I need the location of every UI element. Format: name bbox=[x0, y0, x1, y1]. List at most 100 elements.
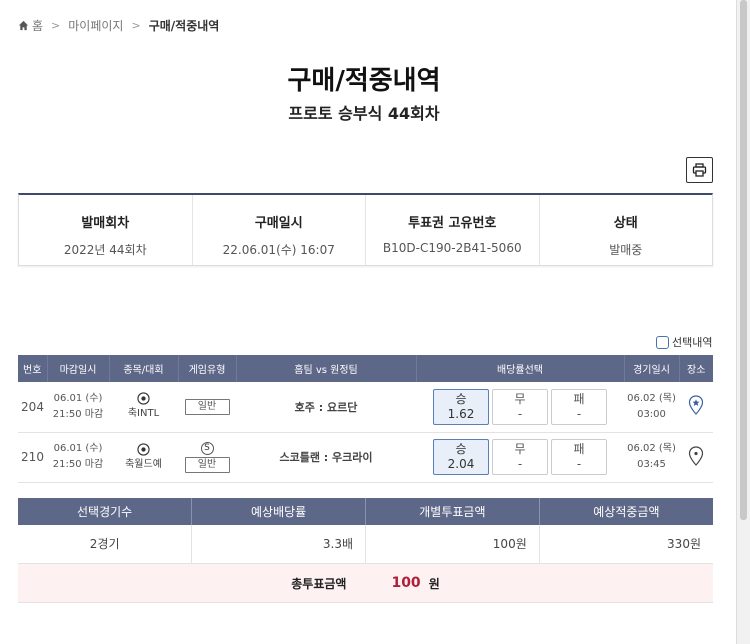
league-cell: 축월드예 bbox=[109, 432, 178, 483]
odds-lose-button[interactable]: 패 - bbox=[551, 439, 607, 475]
game-number: 204 bbox=[18, 382, 47, 433]
info-value: 22.06.01(수) 16:07 bbox=[222, 243, 335, 257]
game-number: 210 bbox=[18, 432, 47, 483]
info-status: 상태 발매중 bbox=[540, 195, 713, 265]
selected-only-label: 선택내역 bbox=[672, 336, 713, 349]
game-time: 03:45 bbox=[637, 459, 666, 470]
info-value: B10D-C190-2B41-5060 bbox=[382, 241, 522, 255]
info-label: 상태 bbox=[613, 216, 638, 231]
odds-label: 승 bbox=[455, 391, 467, 406]
page-title: 구매/적중내역 bbox=[287, 66, 441, 96]
info-ticket-id: 투표권 고유번호 B10D-C190-2B41-5060 bbox=[366, 195, 540, 265]
col-header: 예상적중금액 bbox=[539, 498, 713, 525]
game-date-cell: 06.02 (목) 03:45 bbox=[624, 432, 679, 483]
deadline-time: 21:50 마감 bbox=[52, 408, 104, 420]
league-name: 축월드예 bbox=[125, 458, 162, 470]
game-type-badge: 일반 bbox=[184, 398, 230, 415]
summary-table: 선택경기수 예상배당률 개별투표금액 예상적중금액 2경기 3.3배 100원 … bbox=[18, 498, 713, 564]
deadline-cell: 06.01 (수) 21:50 마감 bbox=[47, 382, 109, 433]
odds-label: 패 bbox=[573, 391, 585, 406]
odds-lose-button[interactable]: 패 - bbox=[551, 388, 607, 425]
odds-draw-button[interactable]: 무 - bbox=[492, 388, 548, 425]
odds-label: 패 bbox=[573, 442, 585, 456]
col-header: 종목/대회 bbox=[109, 355, 179, 382]
odds-label: 무 bbox=[514, 442, 526, 456]
game-date: 06.02 (목) bbox=[627, 443, 676, 454]
odds-value: - bbox=[576, 406, 582, 421]
games-table: 번호 마감일시 종목/대회 게임유형 홈팀 vs 원정팀 배당률선택 경기일시 … bbox=[18, 355, 713, 483]
odds-draw-button[interactable]: 무 - bbox=[492, 439, 548, 475]
deadline-date: 06.01 (수) bbox=[53, 392, 103, 404]
odds-label: 무 bbox=[514, 391, 526, 406]
col-header: 마감일시 bbox=[47, 355, 110, 382]
info-label: 투표권 고유번호 bbox=[408, 216, 497, 231]
odds-cell: 승 2.04 무 - 패 - bbox=[416, 432, 624, 483]
col-header: 경기일시 bbox=[624, 355, 680, 382]
selected-only-checkbox[interactable]: 선택내역 bbox=[656, 334, 712, 350]
game-type-cell: S 일반 bbox=[178, 432, 236, 483]
total-bet-amount: 100 bbox=[391, 575, 421, 591]
total-bet-unit: 원 bbox=[428, 576, 440, 591]
info-value: 발매중 bbox=[609, 243, 643, 257]
games-header-row: 번호 마감일시 종목/대회 게임유형 홈팀 vs 원정팀 배당률선택 경기일시 … bbox=[18, 355, 713, 382]
col-header: 예상배당률 bbox=[191, 498, 366, 525]
game-date-cell: 06.02 (목) 03:00 bbox=[624, 382, 679, 433]
breadcrumb: 홈 > 마이페이지 > 구매/적중내역 bbox=[18, 17, 219, 34]
deadline-date: 06.01 (수) bbox=[53, 443, 103, 454]
scrollbar-track[interactable] bbox=[736, 0, 750, 644]
col-header: 홈팀 vs 원정팀 bbox=[236, 355, 417, 382]
scrollbar-thumb[interactable] bbox=[740, 0, 747, 520]
expected-win-amount: 330원 bbox=[539, 525, 713, 564]
breadcrumb-home-label: 홈 bbox=[32, 19, 44, 33]
table-row: 210 06.01 (수) 21:50 마감 축월드예 S 일반 스코틀랜 : … bbox=[18, 432, 713, 483]
col-header: 장소 bbox=[679, 355, 713, 382]
game-type-badge: 일반 bbox=[184, 456, 230, 473]
location-star-icon[interactable] bbox=[688, 395, 704, 416]
col-header: 선택경기수 bbox=[18, 498, 193, 525]
game-time: 03:00 bbox=[637, 408, 666, 420]
location-pin-icon[interactable] bbox=[688, 445, 704, 466]
printer-icon bbox=[692, 163, 707, 177]
breadcrumb-mypage[interactable]: 마이페이지 bbox=[68, 17, 123, 34]
page-subtitle: 프로토 승부식 44회차 bbox=[288, 104, 440, 123]
breadcrumb-home[interactable]: 홈 bbox=[18, 17, 43, 34]
info-purchase-date: 구매일시 22.06.01(수) 16:07 bbox=[193, 195, 366, 265]
special-badge: S bbox=[200, 441, 214, 455]
place-cell bbox=[679, 382, 713, 433]
game-type-cell: 일반 bbox=[178, 382, 236, 433]
expected-odds: 3.3배 bbox=[191, 525, 366, 564]
odds-value: - bbox=[517, 406, 523, 421]
checkbox-box[interactable] bbox=[656, 335, 669, 349]
info-label: 구매일시 bbox=[254, 216, 303, 231]
match-teams: 스코틀랜 : 우크라이 bbox=[236, 432, 416, 483]
info-round: 발매회차 2022년 44회차 bbox=[19, 195, 193, 265]
odds-value: 2.04 bbox=[447, 457, 475, 471]
chevron-right-icon: > bbox=[51, 19, 61, 32]
odds-label: 승 bbox=[455, 442, 467, 456]
home-icon bbox=[18, 20, 29, 31]
chevron-right-icon: > bbox=[131, 19, 141, 32]
purchase-info-box: 발매회차 2022년 44회차 구매일시 22.06.01(수) 16:07 투… bbox=[18, 193, 713, 266]
breadcrumb-current: 구매/적중내역 bbox=[148, 19, 220, 33]
col-header: 개별투표금액 bbox=[365, 498, 540, 525]
match-teams: 호주 : 요르단 bbox=[236, 382, 416, 433]
selected-games-count: 2경기 bbox=[18, 525, 193, 564]
col-header: 번호 bbox=[18, 355, 48, 382]
soccer-ball-icon bbox=[137, 442, 150, 456]
odds-cell: 승 1.62 무 - 패 - bbox=[416, 382, 624, 433]
place-cell bbox=[679, 432, 713, 483]
odds-win-button[interactable]: 승 2.04 bbox=[433, 439, 489, 475]
odds-value: - bbox=[576, 457, 582, 471]
print-button[interactable] bbox=[686, 157, 713, 183]
col-header: 게임유형 bbox=[178, 355, 237, 382]
game-date: 06.02 (목) bbox=[627, 392, 676, 404]
odds-win-button[interactable]: 승 1.62 bbox=[433, 388, 489, 425]
summary-header-row: 선택경기수 예상배당률 개별투표금액 예상적중금액 bbox=[18, 498, 713, 525]
league-name: 축INTL bbox=[127, 408, 160, 420]
info-label: 발매회차 bbox=[81, 216, 130, 231]
odds-value: 1.62 bbox=[447, 406, 475, 421]
table-row: 204 06.01 (수) 21:50 마감 축INTL 일반 호주 : 요르단… bbox=[18, 382, 713, 433]
deadline-time: 21:50 마감 bbox=[52, 459, 104, 470]
soccer-ball-icon bbox=[137, 392, 150, 405]
summary-row: 2경기 3.3배 100원 330원 bbox=[18, 525, 713, 564]
